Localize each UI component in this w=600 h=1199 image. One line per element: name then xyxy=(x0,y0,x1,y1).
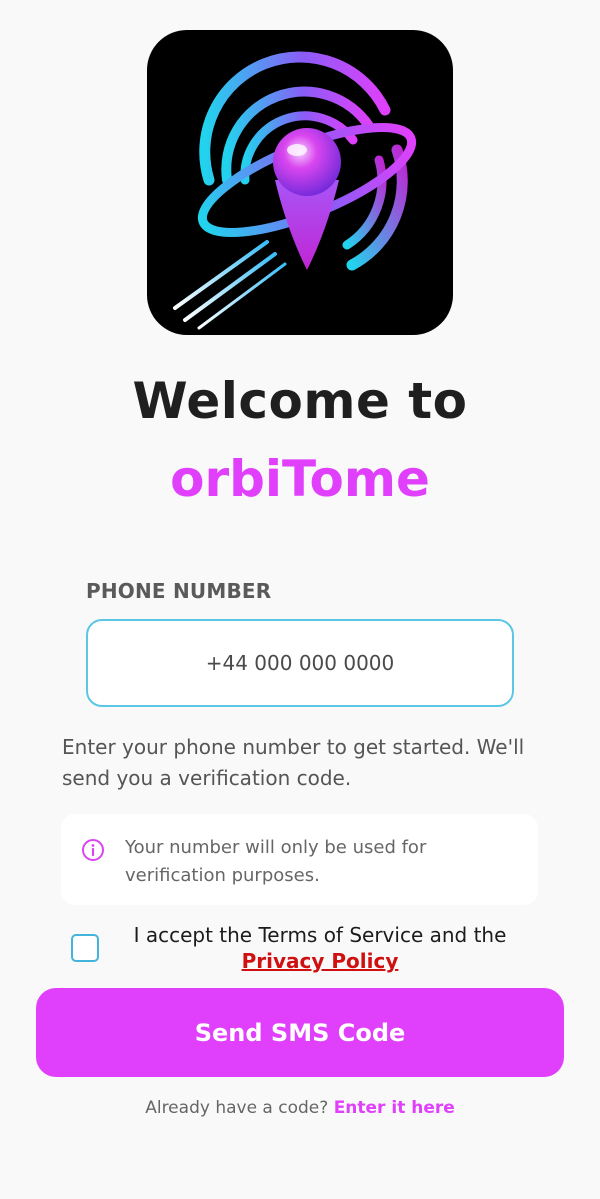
orbit-location-logo-icon xyxy=(173,51,417,330)
phone-number-input[interactable] xyxy=(86,619,514,707)
privacy-notice: Your number will only be used for verifi… xyxy=(61,814,538,905)
phone-description: Enter your phone number to get started. … xyxy=(62,735,525,790)
privacy-policy-link[interactable]: Privacy Policy xyxy=(242,949,399,973)
terms-checkbox[interactable] xyxy=(71,934,99,962)
send-sms-code-button[interactable]: Send SMS Code xyxy=(36,988,564,1077)
brand-name: orbiTome xyxy=(170,450,430,508)
privacy-notice-text: Your number will only be used for verifi… xyxy=(125,837,427,886)
welcome-heading: Welcome to xyxy=(132,372,468,430)
terms-text: I accept the Terms of Service and the Pr… xyxy=(120,922,520,974)
existing-code-prompt: Already have a code? Enter it here xyxy=(0,1098,600,1118)
phone-number-label: PHONE NUMBER xyxy=(86,579,272,603)
info-icon xyxy=(82,839,104,861)
terms-prefix: I accept the Terms of Service and the xyxy=(133,923,507,947)
app-logo xyxy=(147,30,453,335)
existing-code-text: Already have a code? xyxy=(145,1098,329,1118)
enter-code-link[interactable]: Enter it here xyxy=(334,1098,455,1118)
